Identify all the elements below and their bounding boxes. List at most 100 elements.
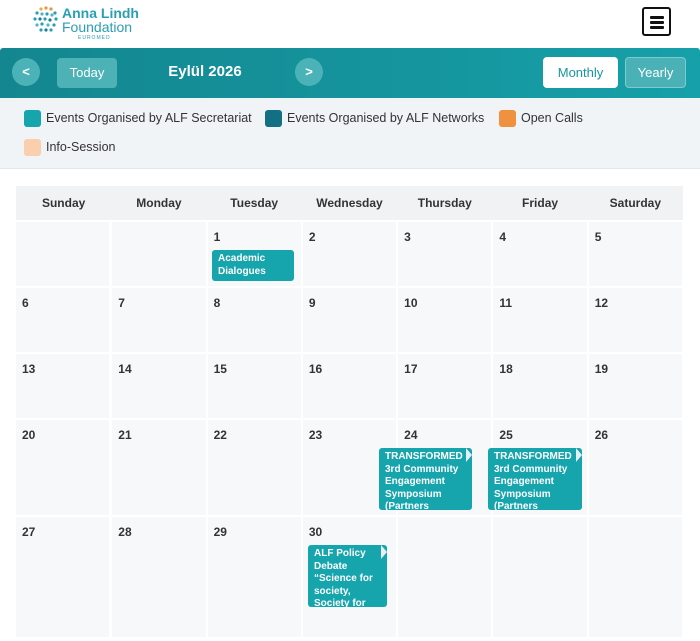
- day-number: 11: [499, 296, 513, 310]
- anna-lindh-logo[interactable]: Anna Lindh Foundation EUROMED: [32, 4, 139, 41]
- day-number: 27: [22, 525, 36, 539]
- day-cell-19[interactable]: 19: [588, 354, 682, 418]
- day-cell-6[interactable]: 6: [16, 288, 110, 352]
- day-cell-empty: [112, 222, 206, 286]
- day-cell-10[interactable]: 10: [398, 288, 492, 352]
- day-cell-21[interactable]: 21: [112, 420, 206, 515]
- weekday-header-wednesday: Wednesday: [316, 196, 383, 210]
- day-cell-13[interactable]: 13: [16, 354, 110, 418]
- monthly-view-button[interactable]: Monthly: [543, 57, 618, 88]
- day-cell-8[interactable]: 8: [207, 288, 301, 352]
- day-number: 6: [22, 296, 29, 310]
- event-item[interactable]: ALF Policy Debate “Science for society, …: [308, 545, 387, 607]
- event-overflow-arrow-icon: [381, 545, 387, 559]
- day-number: 9: [308, 296, 316, 310]
- day-cell-empty: [398, 517, 492, 637]
- day-number: 8: [213, 296, 221, 310]
- legend-swatch: [265, 110, 282, 127]
- weekday-header-thursday: Thursday: [417, 196, 472, 210]
- day-cell-15[interactable]: 15: [207, 354, 301, 418]
- day-cell-empty: [588, 517, 682, 637]
- day-number: 7: [118, 296, 125, 310]
- day-cell-12[interactable]: 12: [588, 288, 682, 352]
- day-number: 5: [594, 230, 602, 244]
- legend-swatch: [499, 110, 516, 127]
- today-button[interactable]: Today: [57, 58, 117, 88]
- day-cell-22[interactable]: 22: [207, 420, 301, 515]
- day-cell-5[interactable]: 5: [588, 222, 682, 286]
- weekday-header-row: Sunday Monday Tuesday Wednesday Thursday Frid…: [16, 186, 683, 220]
- event-item[interactable]: TRANSFORMED 3rd Community Engagement Sym…: [488, 448, 582, 510]
- event-item[interactable]: TRANSFORMED 3rd Community Engagement Sym…: [379, 448, 472, 510]
- day-cell-11[interactable]: 11: [493, 288, 587, 352]
- day-cell-empty: [16, 222, 110, 286]
- day-number: 17: [404, 362, 418, 376]
- yearly-view-button[interactable]: Yearly: [625, 57, 686, 88]
- day-cell-26[interactable]: 26: [588, 420, 682, 515]
- day-cell-4[interactable]: 4: [493, 222, 587, 286]
- weekday-header-tuesday: Tuesday: [230, 196, 279, 210]
- logo-dots-icon: [33, 6, 58, 32]
- event-title: TRANSFORMED 3rd Community Engagement Sym…: [385, 451, 463, 510]
- day-number: 26: [594, 428, 609, 442]
- day-number: 4: [499, 230, 507, 244]
- event-item[interactable]: Academic Dialogues: [212, 250, 294, 281]
- event-title: TRANSFORMED 3rd Community Engagement Sym…: [494, 451, 572, 510]
- day-cell-18[interactable]: 18: [493, 354, 587, 418]
- day-number: 15: [213, 362, 227, 376]
- day-number: 2: [308, 230, 316, 244]
- day-cell-16[interactable]: 16: [302, 354, 397, 418]
- day-number: 22: [213, 428, 227, 442]
- day-number: 19: [594, 362, 609, 376]
- next-month-button[interactable]: >: [295, 58, 323, 86]
- day-cell-2[interactable]: 2: [302, 222, 397, 286]
- day-number: 3: [404, 230, 411, 244]
- day-number: 23: [308, 428, 323, 442]
- day-cell-14[interactable]: 14: [112, 354, 206, 418]
- day-number: 28: [118, 525, 132, 539]
- day-number: 21: [118, 428, 132, 442]
- logo-text-line1: Anna Lindh: [62, 5, 139, 21]
- legend-swatch: [24, 139, 41, 156]
- event-title: Academic Dialogues: [218, 253, 266, 277]
- day-number: 18: [499, 362, 513, 376]
- event-overflow-arrow-icon: [466, 448, 472, 462]
- day-cell-9[interactable]: 9: [302, 288, 397, 352]
- legend-label: Events Organised by ALF Networks: [287, 111, 485, 125]
- day-number: 24: [404, 428, 418, 442]
- event-legend: Events Organised by ALF Secretariat Even…: [0, 98, 700, 169]
- day-number: 29: [213, 525, 227, 539]
- day-cell-17[interactable]: 17: [398, 354, 492, 418]
- weekday-header-saturday: Saturday: [609, 196, 662, 210]
- day-number: 16: [308, 362, 323, 376]
- day-number: 13: [22, 362, 36, 376]
- day-cell-27[interactable]: 27: [16, 517, 110, 637]
- event-overflow-arrow-icon: [576, 448, 582, 462]
- day-cell-20[interactable]: 20: [16, 420, 110, 515]
- month-title: Eylül 2026: [168, 63, 242, 80]
- day-number: 30: [308, 525, 323, 539]
- logo-text-line3: EUROMED: [78, 35, 111, 41]
- legend-label: Events Organised by ALF Secretariat: [46, 111, 252, 125]
- weekday-header-monday: Monday: [136, 196, 182, 210]
- day-cell-3[interactable]: 3: [398, 222, 492, 286]
- day-cell-29[interactable]: 29: [207, 517, 301, 637]
- day-cell-7[interactable]: 7: [112, 288, 206, 352]
- day-number: 10: [404, 296, 418, 310]
- day-number: 12: [594, 296, 609, 310]
- legend-label: Open Calls: [521, 111, 583, 125]
- site-header: Anna Lindh Foundation EUROMED: [0, 0, 700, 48]
- prev-month-button[interactable]: <: [12, 58, 40, 86]
- day-cell-empty: [493, 517, 587, 637]
- weekday-header-sunday: Sunday: [41, 196, 86, 210]
- legend-swatch: [24, 110, 41, 127]
- day-cell-28[interactable]: 28: [112, 517, 206, 637]
- event-title: ALF Policy Debate “Science for society, …: [314, 548, 373, 607]
- hamburger-menu-icon[interactable]: [642, 7, 671, 36]
- calendar-toolbar: < Today Eylül 2026 > Monthly Yearly: [0, 48, 700, 98]
- day-number: 20: [22, 428, 36, 442]
- month-calendar: Sunday Monday Tuesday Wednesday Thursday Frid…: [16, 186, 683, 641]
- logo-text-line2: Foundation: [62, 19, 133, 35]
- day-number: 25: [499, 428, 513, 442]
- weekday-header-friday: Friday: [522, 196, 559, 210]
